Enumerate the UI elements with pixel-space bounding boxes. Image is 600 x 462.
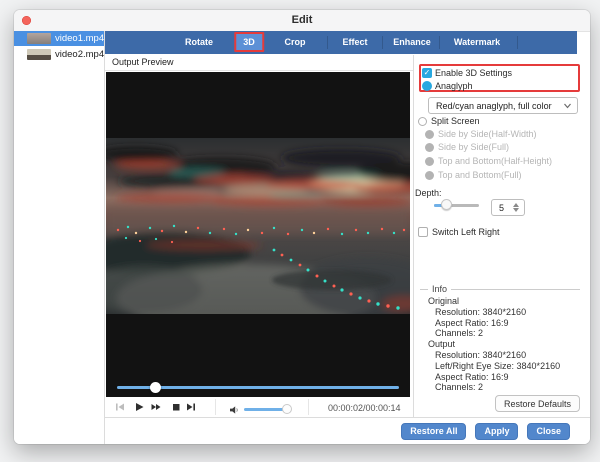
info-line: Left/Right Eye Size: 3840*2160 <box>428 361 560 372</box>
legend-line <box>420 289 428 290</box>
stepper-up-icon[interactable] <box>513 203 519 207</box>
tab-effect[interactable]: Effect <box>342 31 367 54</box>
playback-bar: 00:00:02/00:00:14 <box>105 397 413 417</box>
tab-watermark[interactable]: Watermark <box>454 31 500 54</box>
info-line: Channels: 2 <box>428 328 560 339</box>
edit-dialog: Edit video1.mp4 video2.mp4 Rotate 3D Cro… <box>14 10 590 444</box>
info-title: Info <box>432 284 447 294</box>
tab-separator <box>327 36 328 49</box>
anaglyph-radio[interactable] <box>422 81 432 91</box>
window-title: Edit <box>14 14 590 26</box>
split-option-radio <box>425 143 434 152</box>
anaglyph-mode-select[interactable]: Red/cyan anaglyph, full color <box>428 97 578 114</box>
split-option-radio <box>425 171 434 180</box>
titlebar: Edit <box>14 10 590 32</box>
stop-button[interactable] <box>170 401 182 413</box>
previous-frame-button[interactable] <box>114 401 126 413</box>
info-line: Resolution: 3840*2160 <box>428 307 560 318</box>
tab-3d[interactable]: 3D <box>234 32 264 52</box>
tab-rotate[interactable]: Rotate <box>185 31 213 54</box>
tab-separator <box>517 36 518 49</box>
info-line: Resolution: 3840*2160 <box>428 350 560 361</box>
tab-separator <box>439 36 440 49</box>
screen-background: Edit video1.mp4 video2.mp4 Rotate 3D Cro… <box>0 0 600 462</box>
switch-left-right-checkbox[interactable] <box>418 227 428 237</box>
tab-separator <box>382 36 383 49</box>
depth-label: Depth: <box>415 188 442 198</box>
restore-all-button[interactable]: Restore All <box>401 423 466 440</box>
settings-panel: ✓ Enable 3D Settings Anaglyph Red/cyan a… <box>413 55 590 417</box>
split-option-radio <box>425 157 434 166</box>
stepper-down-icon[interactable] <box>513 208 519 212</box>
close-button[interactable]: Close <box>527 423 570 440</box>
info-line: Aspect Ratio: 16:9 <box>428 318 560 329</box>
play-icon <box>133 401 145 413</box>
checkmark-icon: ✓ <box>424 68 431 77</box>
split-screen-radio[interactable] <box>418 117 427 126</box>
split-option-label: Top and Bottom(Half-Height) <box>438 156 552 166</box>
anaglyph-mode-value: Red/cyan anaglyph, full color <box>429 101 563 111</box>
seek-thumb[interactable] <box>150 382 161 393</box>
tab-enhance[interactable]: Enhance <box>393 31 431 54</box>
preview-divider <box>105 70 413 71</box>
video-list-item[interactable]: video1.mp4 <box>14 31 104 46</box>
transport-separator <box>215 399 216 415</box>
video-filename: video2.mp4 <box>55 49 104 60</box>
restore-defaults-button[interactable]: Restore Defaults <box>495 395 580 412</box>
split-option-label: Side by Side(Full) <box>438 142 509 152</box>
chevron-down-icon <box>563 103 572 109</box>
fast-forward-icon <box>150 401 162 413</box>
enable-3d-checkbox[interactable]: ✓ <box>422 68 432 78</box>
legend-line <box>451 289 580 290</box>
next-frame-icon <box>185 401 197 413</box>
video-filename: video1.mp4 <box>55 33 104 44</box>
tab-bar: Rotate 3D Crop Effect Enhance Watermark <box>105 31 577 54</box>
depth-value: 5 <box>499 203 504 213</box>
stop-icon <box>170 401 182 413</box>
transport-separator <box>308 399 309 415</box>
info-line: Channels: 2 <box>428 382 560 393</box>
fast-forward-button[interactable] <box>150 401 162 413</box>
video-thumbnail <box>27 33 51 44</box>
volume-thumb[interactable] <box>282 404 292 414</box>
next-frame-button[interactable] <box>185 401 197 413</box>
output-preview-label: Output Preview <box>112 57 174 67</box>
video-list-item[interactable]: video2.mp4 <box>14 47 104 62</box>
info-block: Original Resolution: 3840*2160 Aspect Ra… <box>428 296 560 393</box>
apply-button[interactable]: Apply <box>475 423 518 440</box>
split-option-label: Top and Bottom(Full) <box>438 170 522 180</box>
output-title: Output <box>428 339 560 350</box>
video-list: video1.mp4 video2.mp4 <box>14 31 105 444</box>
split-option-radio <box>425 130 434 139</box>
video-thumbnail <box>27 49 51 60</box>
time-display: 00:00:02/00:00:14 <box>328 403 401 413</box>
original-title: Original <box>428 296 560 307</box>
split-option-label: Side by Side(Half-Width) <box>438 129 537 139</box>
video-frame <box>106 138 410 314</box>
enable-3d-label: Enable 3D Settings <box>435 68 512 78</box>
depth-stepper[interactable]: 5 <box>491 199 525 216</box>
video-preview-area <box>106 72 410 397</box>
play-button[interactable] <box>133 401 145 413</box>
previous-frame-icon <box>114 401 126 413</box>
info-legend: Info <box>420 284 580 294</box>
split-screen-label: Split Screen <box>431 116 480 126</box>
anaglyph-label: Anaglyph <box>435 81 473 91</box>
tab-crop[interactable]: Crop <box>285 31 306 54</box>
footer-bar: Restore All Apply Close <box>105 417 590 444</box>
info-line: Aspect Ratio: 16:9 <box>428 372 560 383</box>
depth-slider-thumb[interactable] <box>441 199 452 210</box>
switch-left-right-label: Switch Left Right <box>432 227 500 237</box>
